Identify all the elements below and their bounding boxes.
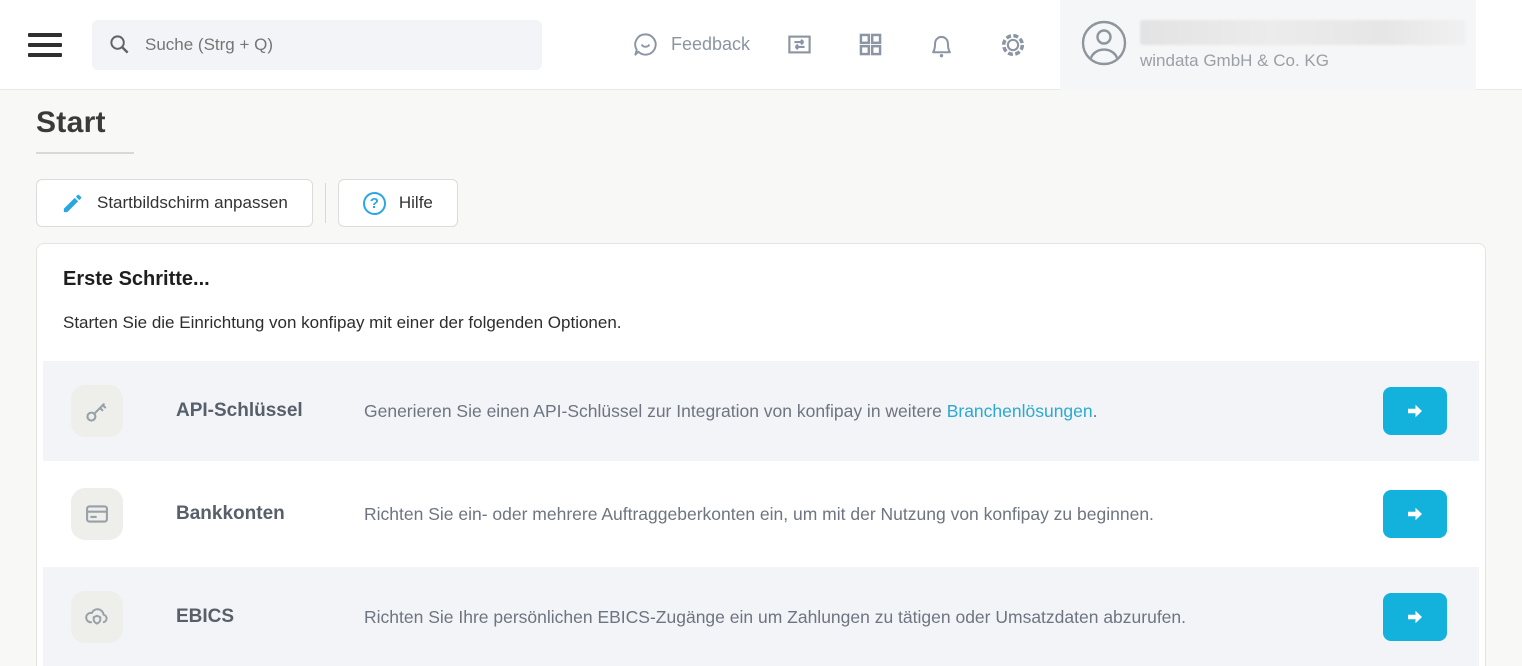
pencil-edit-icon (61, 192, 84, 215)
arrow-right-icon (1404, 606, 1426, 628)
user-avatar-icon (1080, 19, 1128, 72)
main-content: Start Startbildschirm anpassen ? Hilfe E… (0, 90, 1522, 666)
row-description-text: Generieren Sie einen API-Schlüssel zur I… (364, 401, 947, 421)
row-api-key: API-Schlüssel Generieren Sie einen API-S… (43, 361, 1479, 461)
first-steps-card: Erste Schritte... Starten Sie die Einric… (36, 243, 1486, 666)
header: Feedback (0, 0, 1522, 90)
cloud-shield-icon (71, 591, 123, 643)
first-steps-rows: API-Schlüssel Generieren Sie einen API-S… (37, 361, 1485, 666)
toolbar: Startbildschirm anpassen ? Hilfe (36, 179, 1486, 227)
card-title: Erste Schritte... (63, 268, 1459, 291)
row-title: EBICS (176, 606, 364, 628)
feedback-button[interactable]: Feedback (671, 34, 750, 55)
row-title: Bankkonten (176, 503, 364, 525)
branchenloesungen-link[interactable]: Branchenlösungen (947, 401, 1093, 421)
row-title: API-Schlüssel (176, 400, 364, 422)
row-ebics: EBICS Richten Sie Ihre persönlichen EBIC… (43, 567, 1479, 666)
row-description-period: . (1093, 401, 1098, 421)
search-icon (108, 33, 131, 56)
feedback-bubble-icon[interactable] (632, 31, 659, 58)
customize-start-screen-button[interactable]: Startbildschirm anpassen (36, 179, 313, 227)
help-button-label: Hilfe (399, 193, 433, 213)
row-description: Generieren Sie einen API-Schlüssel zur I… (364, 401, 1383, 422)
notifications-bell-icon[interactable] (928, 31, 955, 59)
page-title: Start (36, 106, 1486, 140)
search-bar[interactable] (92, 20, 542, 70)
user-name-redacted (1140, 20, 1466, 45)
arrow-right-icon (1404, 503, 1426, 525)
apps-grid-icon[interactable] (857, 31, 884, 58)
card-subtitle: Starten Sie die Einrichtung von konfipay… (63, 313, 1459, 333)
search-input[interactable] (145, 35, 526, 55)
bank-card-icon (71, 488, 123, 540)
help-question-icon: ? (363, 192, 386, 215)
api-key-icon (71, 385, 123, 437)
customize-button-label: Startbildschirm anpassen (97, 193, 288, 213)
transfer-icon[interactable] (786, 31, 813, 58)
ebics-go-button[interactable] (1383, 593, 1447, 641)
toolbar-divider (325, 183, 326, 223)
title-underline (36, 152, 134, 154)
settings-gear-icon[interactable] (999, 31, 1027, 59)
arrow-right-icon (1404, 400, 1426, 422)
row-description: Richten Sie ein- oder mehrere Auftraggeb… (364, 504, 1383, 525)
help-button[interactable]: ? Hilfe (338, 179, 458, 227)
api-key-go-button[interactable] (1383, 387, 1447, 435)
user-company-label: windata GmbH & Co. KG (1140, 51, 1466, 71)
user-account-panel[interactable]: windata GmbH & Co. KG (1060, 0, 1476, 90)
hamburger-menu-icon[interactable] (28, 33, 62, 57)
row-bank-accounts: Bankkonten Richten Sie ein- oder mehrere… (43, 464, 1479, 564)
bank-accounts-go-button[interactable] (1383, 490, 1447, 538)
row-description: Richten Sie Ihre persönlichen EBICS-Zugä… (364, 607, 1383, 628)
